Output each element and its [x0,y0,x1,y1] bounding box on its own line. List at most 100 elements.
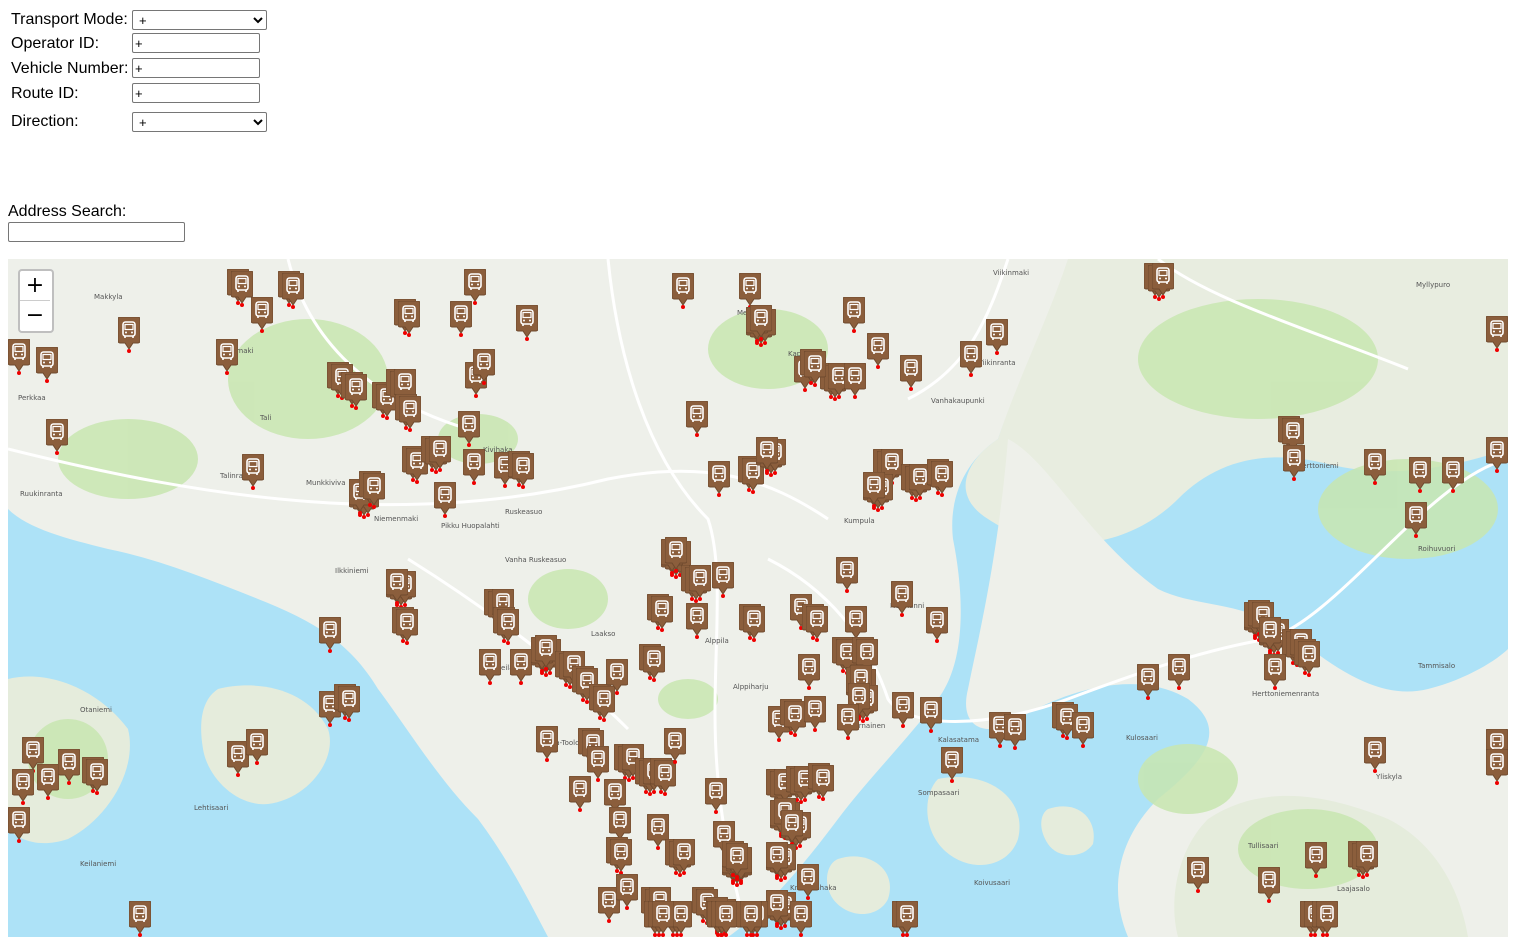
vehicle-marker[interactable] [395,608,419,645]
direction-select[interactable]: + [132,112,267,132]
vehicle-marker[interactable] [1485,436,1508,473]
vehicle-marker[interactable] [1404,501,1428,538]
vehicle-marker[interactable] [344,373,368,410]
vehicle-marker[interactable] [663,727,687,764]
vehicle-marker[interactable] [281,272,305,309]
vehicle-marker[interactable] [685,400,709,437]
vehicle-marker[interactable] [85,758,109,795]
vehicle-marker[interactable] [749,304,773,341]
vehicle-marker[interactable] [1363,448,1387,485]
vehicle-marker[interactable] [318,616,342,653]
vehicle-marker[interactable] [428,435,452,472]
vehicle-marker[interactable] [866,332,890,369]
vehicle-marker[interactable] [568,775,592,812]
zoom-out-button[interactable]: − [20,301,50,331]
vehicle-marker[interactable] [650,595,674,632]
vehicle-marker[interactable] [797,653,821,690]
vehicle-marker[interactable] [714,900,738,937]
vehicle-marker[interactable] [449,300,473,337]
vehicle-marker[interactable] [796,863,820,900]
vehicle-marker[interactable] [511,452,535,489]
vehicle-marker[interactable] [1315,900,1339,937]
zoom-in-button[interactable]: + [20,271,50,301]
vehicle-marker[interactable] [653,759,677,796]
vehicle-marker[interactable] [739,900,763,937]
map[interactable]: MakkylaPajamakiPerkkaaTaliTalinrantaMunk… [8,259,1508,937]
vehicle-marker[interactable] [8,338,31,375]
vehicle-marker[interactable] [609,838,633,875]
vehicle-marker[interactable] [397,300,421,337]
vehicle-marker[interactable] [765,889,789,926]
vehicle-marker[interactable] [1297,640,1321,677]
vehicle-marker[interactable] [811,764,835,801]
vehicle-marker[interactable] [895,900,919,937]
vehicle-marker[interactable] [385,568,409,605]
vehicle-marker[interactable] [8,806,31,843]
vehicle-marker[interactable] [496,608,520,645]
vehicle-marker[interactable] [605,658,629,695]
vehicle-marker[interactable] [117,316,141,353]
vehicle-marker[interactable] [805,605,829,642]
vehicle-marker[interactable] [1485,748,1508,785]
vehicle-marker[interactable] [433,481,457,518]
vehicle-marker[interactable] [755,436,779,473]
vehicle-marker[interactable] [1071,711,1095,748]
vehicle-marker[interactable] [891,691,915,728]
vehicle-marker[interactable] [704,777,728,814]
vehicle-marker[interactable] [940,746,964,783]
vehicle-marker[interactable] [463,268,487,305]
vehicle-marker[interactable] [215,338,239,375]
vehicle-marker[interactable] [783,700,807,737]
vehicle-marker[interactable] [1441,456,1465,493]
vehicle-marker[interactable] [515,304,539,341]
vehicle-marker[interactable] [925,606,949,643]
vehicle-marker[interactable] [959,340,983,377]
vehicle-marker[interactable] [535,725,559,762]
vehicle-marker[interactable] [836,703,860,740]
vehicle-marker[interactable] [478,648,502,685]
vehicle-marker[interactable] [1304,841,1328,878]
vehicle-marker[interactable] [1485,315,1508,352]
vehicle-marker[interactable] [250,296,274,333]
vehicle-marker[interactable] [844,605,868,642]
vehicle-marker[interactable] [1282,444,1306,481]
vehicle-marker[interactable] [685,602,709,639]
vehicle-marker[interactable] [534,634,558,671]
vehicle-marker[interactable] [1151,262,1175,299]
vehicle-marker[interactable] [398,395,422,432]
vehicle-marker[interactable] [803,695,827,732]
vehicle-marker[interactable] [651,900,675,937]
vehicle-marker[interactable] [835,556,859,593]
transport-mode-select[interactable]: + [132,10,267,30]
vehicle-marker[interactable] [780,809,804,846]
vehicle-marker[interactable] [843,362,867,399]
vehicle-marker[interactable] [362,472,386,509]
vehicle-marker[interactable] [57,748,81,785]
vehicle-marker[interactable] [930,460,954,497]
vehicle-marker[interactable] [890,580,914,617]
vehicle-marker[interactable] [1263,653,1287,690]
vehicle-marker[interactable] [509,648,533,685]
vehicle-marker[interactable] [919,696,943,733]
vehicle-marker[interactable] [711,561,735,598]
vehicle-marker[interactable] [337,685,361,722]
vehicle-marker[interactable] [671,272,695,309]
vehicle-marker[interactable] [1355,840,1379,877]
vehicle-marker[interactable] [245,728,269,765]
vehicle-marker[interactable] [230,270,254,307]
vehicle-marker[interactable] [899,354,923,391]
vehicle-marker[interactable] [725,842,749,879]
vehicle-marker[interactable] [241,453,265,490]
vehicle-marker[interactable] [615,873,639,910]
vehicle-marker[interactable] [1003,713,1027,750]
vehicle-marker[interactable] [672,838,696,875]
vehicle-marker[interactable] [803,350,827,387]
vehicle-marker[interactable] [707,460,731,497]
vehicle-marker[interactable] [862,471,886,508]
address-search-input[interactable] [8,222,185,242]
vehicle-marker[interactable] [128,900,152,937]
vehicle-marker[interactable] [738,272,762,309]
vehicle-marker[interactable] [985,318,1009,355]
vehicle-marker[interactable] [688,564,712,601]
vehicle-marker[interactable] [608,806,632,843]
